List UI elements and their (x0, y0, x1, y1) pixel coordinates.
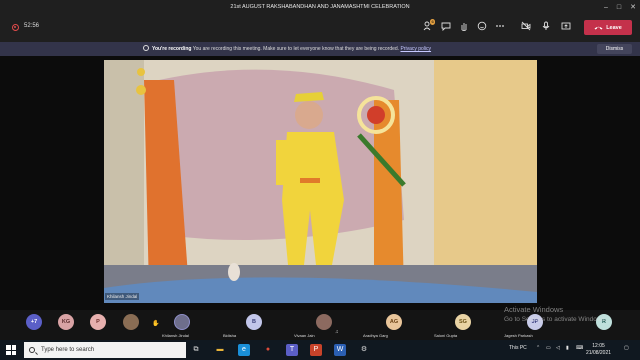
start-button[interactable] (6, 345, 16, 355)
maximize-button[interactable]: □ (617, 4, 621, 11)
participant-tile[interactable]: AG Aradhya Garg (363, 314, 402, 340)
avatar-photo (174, 314, 190, 330)
avatar: B (246, 314, 262, 330)
avatar: AG (386, 314, 402, 330)
recording-icon (12, 24, 19, 31)
chat-icon[interactable] (440, 21, 452, 33)
search-icon (29, 347, 35, 353)
settings-icon[interactable]: ⚙ (358, 344, 370, 356)
recording-banner-text: You're recording You are recording this … (143, 45, 431, 52)
volume-icon[interactable]: ◁ (556, 345, 560, 351)
file-explorer-icon[interactable]: ▬ (214, 344, 226, 356)
watermark-subtitle: Go to Settings to activate Windows. (504, 316, 607, 323)
hang-up-icon (594, 26, 603, 30)
privacy-policy-link[interactable]: Privacy policy (400, 46, 431, 52)
overflow-participants-button[interactable]: +7 (26, 314, 42, 340)
recording-banner: You're recording You are recording this … (0, 42, 640, 56)
word-icon[interactable]: W (334, 344, 346, 356)
close-window-button[interactable]: ✕ (630, 3, 636, 11)
dismiss-button[interactable]: Dismiss (597, 44, 632, 54)
participant-name: Jagesh Parkash (504, 333, 533, 338)
meeting-toolbar: 52:56 6 Leave (0, 14, 640, 42)
participant-name: Aradhya Garg (363, 333, 388, 338)
participant-tile[interactable]: P (90, 314, 106, 340)
clock-date: 21/08/2021 (586, 350, 612, 356)
participant-tile[interactable] (123, 314, 139, 340)
avatar: P (90, 314, 106, 330)
participant-name: Khilansh Jindal (162, 333, 189, 338)
mic-icon[interactable] (540, 21, 552, 33)
clock-time: 12:05 (592, 343, 605, 349)
camera-icon[interactable] (520, 21, 532, 33)
windows-taskbar: Type here to search ⧉ ▬ e ● T P W ⚙ This… (0, 340, 640, 360)
leave-label: Leave (606, 24, 622, 31)
tray-chevron-icon[interactable]: ⌃ (536, 345, 540, 351)
language-icon[interactable]: ⌨ (576, 345, 583, 351)
tray-this-pc-label[interactable]: This PC (509, 345, 527, 351)
participant-count-badge: 6 (430, 19, 436, 25)
avatar-photo (316, 314, 332, 330)
raised-hand-icon: ✋ (152, 321, 160, 327)
participant-name: Vivaan Jain (294, 333, 315, 338)
notifications-icon[interactable]: ▢ (624, 345, 629, 351)
battery-icon[interactable]: ▮ (566, 345, 569, 351)
chrome-icon[interactable]: ● (262, 344, 274, 356)
avatar: KG (58, 314, 74, 330)
window-titlebar: 21st AUGUST RAKSHABANDHAN AND JANAMASHTM… (0, 0, 640, 14)
more-icon[interactable] (494, 21, 506, 33)
participant-tile[interactable]: SG Saloni Gupta (434, 314, 471, 340)
video-frame (104, 60, 537, 303)
activate-windows-watermark: Activate Windows Go to Settings to activ… (504, 305, 607, 325)
mic-off-icon: ♫ (335, 329, 339, 335)
taskbar-search[interactable]: Type here to search (24, 342, 186, 358)
info-icon (143, 45, 149, 51)
avatar: SG (455, 314, 471, 330)
raise-hand-icon[interactable] (458, 21, 470, 33)
meeting-title: 21st AUGUST RAKSHABANDHAN AND JANAMASHTM… (230, 4, 410, 10)
search-placeholder: Type here to search (41, 347, 95, 353)
window-controls: – □ ✕ (604, 0, 636, 14)
participant-tile[interactable]: B Bidisha (223, 314, 262, 340)
video-feed (104, 60, 537, 303)
share-icon[interactable] (560, 21, 572, 33)
participant-name: Saloni Gupta (434, 333, 458, 338)
participant-tile[interactable]: KG (58, 314, 74, 340)
reactions-icon[interactable] (476, 21, 488, 33)
taskbar-clock[interactable]: 12:05 21/08/2021 (586, 343, 611, 357)
avatar-photo (123, 314, 139, 330)
task-view-icon[interactable]: ⧉ (190, 344, 202, 356)
participant-tile-active[interactable]: ✋ Khilansh Jindal (150, 314, 190, 340)
powerpoint-icon[interactable]: P (310, 344, 322, 356)
teams-icon[interactable]: T (286, 344, 298, 356)
participant-name: Bidisha (223, 333, 237, 338)
participant-tile[interactable]: Vivaan Jain ♫ (294, 314, 339, 340)
watermark-title: Activate Windows (504, 305, 564, 314)
edge-icon[interactable]: e (238, 344, 250, 356)
network-icon[interactable]: ▭ (546, 345, 551, 351)
minimize-button[interactable]: – (604, 4, 608, 11)
recording-message: You are recording this meeting. Make sur… (192, 46, 400, 52)
video-name-badge: Khilansh Jindal (105, 293, 140, 300)
leave-button[interactable]: Leave (584, 20, 632, 35)
meeting-timer: 52:56 (24, 23, 40, 29)
recording-headline: You're recording (152, 46, 192, 52)
overflow-count: +7 (26, 314, 42, 330)
